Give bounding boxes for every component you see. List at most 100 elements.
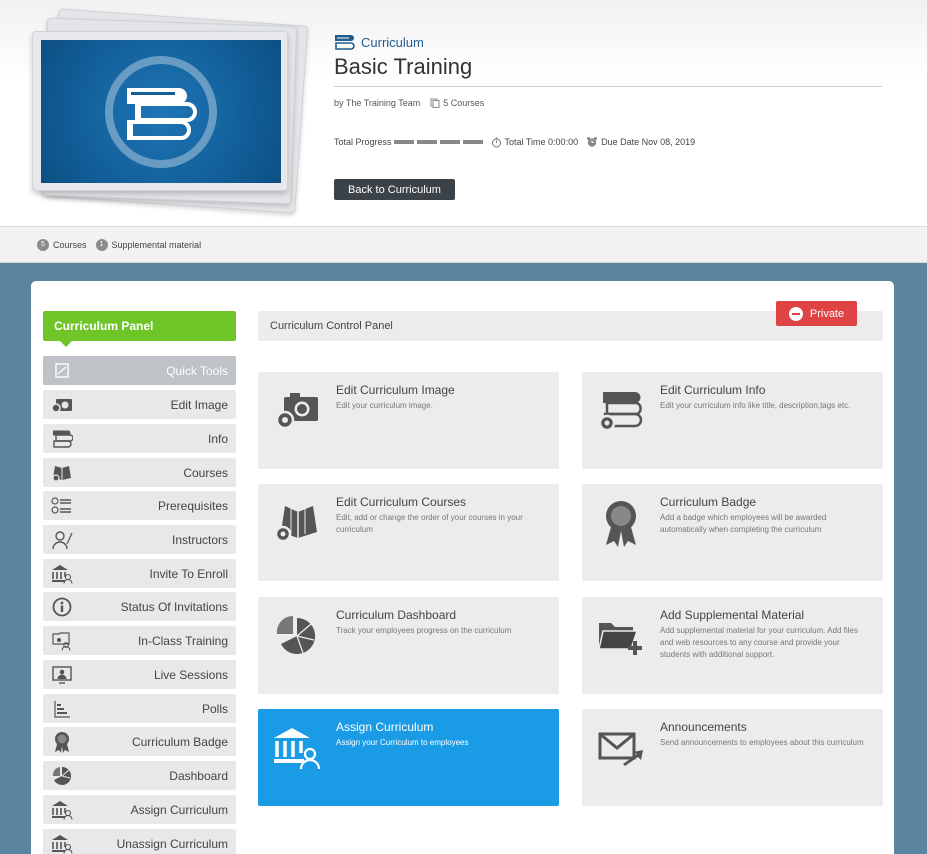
- sidebar-item-assign-curriculum[interactable]: Assign Curriculum: [43, 795, 236, 824]
- curriculum-header: Curriculum Basic Training by The Trainin…: [0, 0, 927, 227]
- books-icon: [51, 429, 73, 449]
- supplemental-count-badge: 1: [95, 238, 108, 251]
- sidebar-item-status-of-invitations[interactable]: Status Of Invitations: [43, 592, 236, 621]
- badge-icon: [596, 498, 646, 548]
- back-to-curriculum-button[interactable]: Back to Curriculum: [334, 179, 455, 200]
- page-title: Basic Training: [334, 54, 473, 79]
- total-time: Total Time 0:00:00: [491, 137, 578, 148]
- courses-summary-label: Courses: [53, 239, 87, 250]
- institution-user-icon: [272, 723, 322, 773]
- progress-label: Total Progress: [334, 137, 392, 147]
- sidebar-item-label: Curriculum Badge: [131, 734, 228, 749]
- alarm-clock-icon: [587, 137, 598, 147]
- sidebar-item-polls[interactable]: Polls: [43, 694, 236, 723]
- private-label: Private: [809, 307, 845, 320]
- sidebar-item-info[interactable]: Info: [43, 424, 236, 453]
- sidebar-item-invite-to-enroll[interactable]: Invite To Enroll: [43, 559, 236, 588]
- progress-row: Total Progress Total Time 0:00:00 Due Da…: [334, 136, 695, 148]
- courses-count-badge: 5: [37, 238, 49, 251]
- tile-title: Announcements: [660, 720, 747, 734]
- checklist-icon: [51, 496, 73, 516]
- breadcrumb-label: Curriculum: [361, 34, 424, 50]
- tile-description: Edit your curriculum info like title, de…: [660, 401, 851, 410]
- books-icon: [335, 35, 355, 50]
- pie-chart-icon: [272, 611, 322, 661]
- sidebar-item-label: Live Sessions: [153, 667, 228, 682]
- sidebar-item-label: Unassign Curriculum: [116, 836, 228, 851]
- camera-gear-icon: [272, 386, 322, 436]
- folder-add-icon: [596, 611, 646, 661]
- tile-title: Edit Curriculum Image: [336, 383, 455, 397]
- course-count-label: 5 Courses: [443, 98, 485, 108]
- tile-description: Edit your curriculum image.: [336, 401, 433, 410]
- due-date: Due Date Nov 08, 2019: [586, 136, 695, 148]
- sidebar-item-curriculum-badge[interactable]: Curriculum Badge: [43, 727, 236, 756]
- tile-edit-curriculum-courses[interactable]: Edit Curriculum Courses Edit, add or cha…: [258, 484, 559, 581]
- tile-add-supplemental-material[interactable]: Add Supplemental Material Add supplement…: [582, 597, 883, 694]
- tile-description: Add a badge which employees will be awar…: [660, 513, 827, 534]
- sidebar-item-label: Instructors: [171, 532, 228, 547]
- sidebar-item-label: Assign Curriculum: [130, 802, 228, 817]
- courses-icon: [430, 98, 440, 108]
- live-screen-icon: [51, 665, 73, 685]
- books-icon: [127, 87, 197, 140]
- curriculum-image: [32, 31, 288, 191]
- tile-description: Add supplemental material for your curri…: [660, 626, 858, 659]
- tile-edit-curriculum-info[interactable]: Edit Curriculum Info Edit your curriculu…: [582, 372, 883, 469]
- sidebar-item-label: Polls: [201, 701, 228, 716]
- supplemental-summary[interactable]: 1 Supplemental material: [95, 238, 201, 251]
- institution-user-icon: [51, 564, 73, 584]
- tile-title: Edit Curriculum Info: [660, 383, 766, 397]
- tile-title: Add Supplemental Material: [660, 608, 805, 622]
- info-icon: [51, 597, 73, 617]
- unassign-icon: [51, 834, 73, 854]
- progress-bar: [393, 140, 483, 144]
- breadcrumb[interactable]: Curriculum: [334, 34, 424, 50]
- tile-title: Curriculum Dashboard: [336, 608, 457, 622]
- sidebar-item-label: Prerequisites: [157, 498, 228, 513]
- curriculum-meta: by The Training Team 5 Courses: [334, 98, 484, 108]
- sidebar-item-quick-tools[interactable]: Quick Tools: [43, 356, 236, 385]
- sidebar-item-label: Courses: [183, 465, 228, 480]
- camera-gear-icon: [51, 395, 73, 415]
- sidebar-item-label: Edit Image: [170, 397, 228, 412]
- sidebar-item-in-class-training[interactable]: In-Class Training: [43, 626, 236, 655]
- books-gear-icon: [596, 386, 646, 436]
- private-toggle-button[interactable]: Private: [776, 301, 857, 326]
- sidebar-item-edit-image[interactable]: Edit Image: [43, 390, 236, 419]
- tile-title: Curriculum Badge: [660, 495, 757, 509]
- tile-description: Send announcements to employees about th…: [660, 738, 864, 747]
- tile-curriculum-badge[interactable]: Curriculum Badge Add a badge which emplo…: [582, 484, 883, 581]
- sidebar-item-unassign-curriculum[interactable]: Unassign Curriculum: [43, 829, 236, 854]
- quick-tools-icon: [51, 361, 73, 381]
- sidebar-item-label: Status Of Invitations: [120, 599, 228, 614]
- due-date-label: Due Date Nov 08, 2019: [601, 137, 696, 147]
- stopwatch-icon: [491, 137, 501, 147]
- author: by The Training Team: [334, 98, 421, 108]
- sidebar-item-label: Info: [207, 431, 228, 446]
- sidebar-item-instructors[interactable]: Instructors: [43, 525, 236, 554]
- sidebar-title: Curriculum Panel: [43, 311, 236, 347]
- tile-curriculum-dashboard[interactable]: Curriculum Dashboard Track your employee…: [258, 597, 559, 694]
- tile-assign-curriculum[interactable]: Assign Curriculum Assign your Curriculum…: [258, 709, 559, 806]
- tile-description: Edit, add or change the order of your co…: [336, 513, 523, 534]
- tile-description: Track your employees progress on the cur…: [336, 626, 512, 635]
- tile-edit-curriculum-image[interactable]: Edit Curriculum Image Edit your curricul…: [258, 372, 559, 469]
- courses-summary[interactable]: 5 Courses: [37, 238, 87, 251]
- tile-title: Assign Curriculum: [336, 720, 434, 734]
- sidebar-item-live-sessions[interactable]: Live Sessions: [43, 660, 236, 689]
- badge-icon: [51, 731, 73, 753]
- sidebar-item-label: Invite To Enroll: [149, 566, 229, 581]
- instructor-icon: [51, 530, 73, 550]
- sidebar-item-label: Quick Tools: [166, 363, 228, 378]
- tile-announcements[interactable]: Announcements Send announcements to empl…: [582, 709, 883, 806]
- poll-bars-icon: [51, 699, 73, 719]
- tile-title: Edit Curriculum Courses: [336, 495, 467, 509]
- sidebar-item-prerequisites[interactable]: Prerequisites: [43, 491, 236, 520]
- sidebar-item-courses[interactable]: Courses: [43, 458, 236, 487]
- sidebar-item-dashboard[interactable]: Dashboard: [43, 761, 236, 790]
- course-count: 5 Courses: [430, 98, 484, 108]
- classroom-icon: [51, 631, 73, 651]
- open-book-gear-icon: [272, 498, 322, 548]
- open-book-icon: [51, 463, 73, 483]
